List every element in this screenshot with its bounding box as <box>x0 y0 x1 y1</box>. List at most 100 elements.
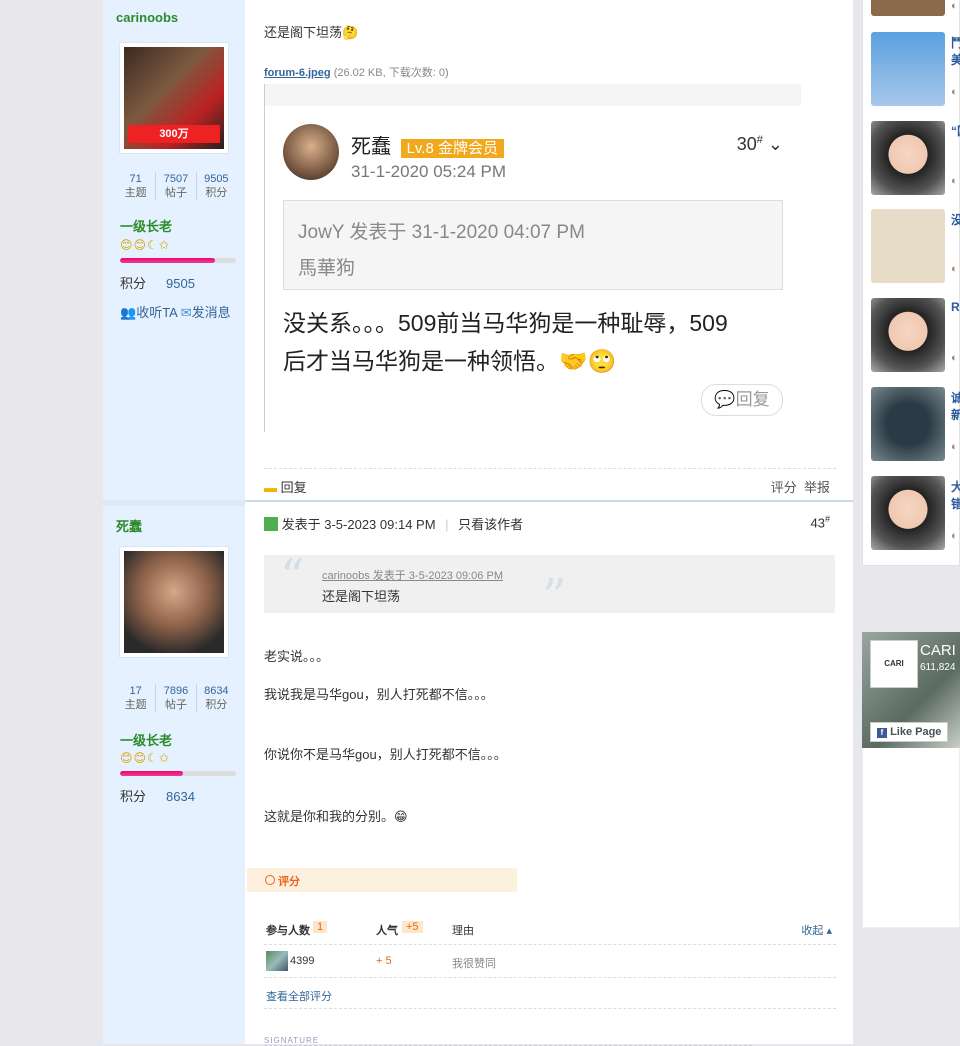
post2-line1: 老实说。。。 <box>264 649 330 664</box>
fb-page-name[interactable]: CARI <box>920 642 956 659</box>
post1-actions: 👥收听TA ✉发消息 <box>120 302 231 321</box>
post2-username[interactable]: 死蠢 <box>116 516 142 535</box>
message-link[interactable]: 发消息 <box>192 305 231 320</box>
post2-medals: 😊😊☾✩ <box>120 751 170 765</box>
post1-rank[interactable]: 一级长老 <box>120 216 172 235</box>
view-icon: ◐ <box>951 441 958 453</box>
embedded-datetime: 31-1-2020 05:24 PM <box>351 162 506 181</box>
sidebar-thumb[interactable] <box>871 32 945 106</box>
embedded-floor: 30# ⌄ <box>736 134 783 154</box>
stat-credits[interactable]: 8634 积分 <box>195 684 236 712</box>
sidebar-title[interactable]: 没 <box>951 211 960 228</box>
rate-link[interactable]: 评分 <box>771 480 797 495</box>
stat-threads[interactable]: 71 主题 <box>116 172 155 200</box>
close-quote-icon: ” <box>542 569 567 625</box>
post2-avatar[interactable] <box>119 546 229 658</box>
post2-progress-bar <box>120 771 236 776</box>
sidebar-thumb[interactable] <box>871 209 945 283</box>
view-all-row: 查看全部评分 <box>264 978 836 1009</box>
attachment-link[interactable]: forum-6.jpeg <box>264 67 331 79</box>
rating-table: 参与人数 1 人气 +5 理由 收起 ▴ 4399 + 5 我很赞同 查看全部评… <box>264 916 836 1009</box>
image-top-strip <box>265 84 801 106</box>
post2-stats: 17 主题 7896 帖子 8634 积分 <box>116 684 236 712</box>
attachment-meta: (26.02 KB, 下载次数: 0) <box>333 67 449 79</box>
facebook-page-widget[interactable]: CARI CARI 611,824 f Like Page <box>862 632 960 748</box>
chevron-down-icon: ⌄ <box>767 134 783 154</box>
follow-link[interactable]: 收听TA <box>136 305 177 320</box>
rater-name[interactable]: 4399 <box>290 955 314 967</box>
post1-text: 还是阁下坦荡 <box>264 25 343 40</box>
rater-reason: 我很赞同 <box>452 958 496 970</box>
comment-icon: 💬 <box>714 390 736 409</box>
fb-like-count: 611,824 <box>920 662 956 673</box>
attached-image[interactable]: 死蠢 Lv.8 金牌会员 31-1-2020 05:24 PM 30# ⌄ Jo… <box>264 84 801 432</box>
post2-header: 发表于 3-5-2023 09:14 PM | 只看该作者 43# <box>264 514 836 533</box>
embedded-name: 死蠢 Lv.8 金牌会员 <box>351 130 504 159</box>
stat-posts[interactable]: 7896 帖子 <box>155 684 195 712</box>
embedded-avatar <box>283 124 339 180</box>
sidebar-title[interactable]: “国 <box>951 122 960 139</box>
stat-credits[interactable]: 9505 积分 <box>195 172 236 200</box>
post1-author-panel: carinoobs 300万 71 主题 7507 帖子 9505 积分 一级长老 😊… <box>103 0 245 500</box>
message-icon: ✉ <box>180 305 192 320</box>
view-icon: ◐ <box>951 352 958 364</box>
view-icon: ◐ <box>951 175 958 187</box>
embedded-quote: JowY 发表于 31-1-2020 04:07 PM 馬華狗 <box>283 200 783 290</box>
post1-username[interactable]: carinoobs <box>116 10 178 25</box>
grin-icon: 😁 <box>394 809 408 824</box>
post2-line4-wrap: 这就是你和我的分别。😁 <box>264 806 836 825</box>
embedded-message: 没关系。。。509前当马华狗是一种耻辱，509 后才当马华狗是一种领悟。🤝🙄 <box>283 310 728 374</box>
progress-fill <box>120 771 183 776</box>
report-link[interactable]: 举报 <box>804 480 830 495</box>
post1-attachment: forum-6.jpeg (26.02 KB, 下载次数: 0) <box>264 64 836 80</box>
sidebar-thumb[interactable] <box>871 121 945 195</box>
post2-credit: 积分 8634 <box>120 789 195 804</box>
facebook-widget-body <box>862 748 960 928</box>
progress-fill <box>120 258 216 263</box>
post1-avatar[interactable]: 300万 <box>119 42 229 154</box>
stat-posts[interactable]: 7507 帖子 <box>155 172 195 200</box>
quote-text: 还是阁下坦荡 <box>322 589 401 604</box>
post1-stats: 71 主题 7507 帖子 9505 积分 <box>116 172 236 200</box>
post1-progress-bar <box>120 258 236 263</box>
post1-reply-button[interactable]: ▬ 回复 <box>264 477 307 496</box>
recommended-sidebar: 鬥美 “国 没 R 诚新 大错 ◐ ◐ ◐ ◐ ◐ ◐ ◐ <box>862 0 960 566</box>
embedded-quote-text: 馬華狗 <box>298 258 356 279</box>
post1-credit: 积分 9505 <box>120 276 195 291</box>
post2-floor[interactable]: 43# <box>811 514 830 530</box>
sidebar-thumb[interactable] <box>871 0 945 16</box>
quote-header-link[interactable]: carinoobs 发表于 3-5-2023 09:06 PM <box>322 567 503 583</box>
ribbon-notch <box>517 868 529 892</box>
fb-like-button[interactable]: f Like Page <box>870 722 949 742</box>
facebook-icon: f <box>877 728 887 738</box>
post2-line2: 我说我是马华gou，别人打死都不信。。。 <box>264 687 494 702</box>
sidebar-thumb[interactable] <box>871 298 945 372</box>
post2-line3: 你说你不是马华gou，别人打死都不信。。。 <box>264 747 507 762</box>
rater-score: + 5 <box>376 955 392 967</box>
rater-avatar[interactable] <box>266 951 288 971</box>
follow-icon: 👥 <box>120 305 137 320</box>
post-icon <box>264 517 278 531</box>
post2-rank[interactable]: 一级长老 <box>120 730 172 749</box>
rating-row: 4399 + 5 我很赞同 <box>264 945 836 978</box>
sidebar-title[interactable]: 大错 <box>951 478 960 512</box>
rate-circle-icon <box>265 875 275 885</box>
collapse-link[interactable]: 收起 ▴ <box>801 922 832 938</box>
post2-quote: “ carinoobs 发表于 3-5-2023 09:06 PM 还是阁下坦荡… <box>264 549 835 625</box>
stat-threads[interactable]: 17 主题 <box>116 684 155 712</box>
view-all-ratings-link[interactable]: 查看全部评分 <box>266 988 332 1004</box>
avatar-banner: 300万 <box>128 125 220 143</box>
sidebar-title[interactable]: 诚新 <box>951 389 960 423</box>
post1-medals: 😊😊☾✩ <box>120 238 170 252</box>
view-icon: ◐ <box>951 263 958 275</box>
sidebar-thumb[interactable] <box>871 476 945 550</box>
smile-icon: 🙄 <box>587 348 617 374</box>
embedded-reply-button: 💬回复 <box>701 384 783 416</box>
sidebar-title[interactable]: R <box>951 300 960 314</box>
sidebar-title[interactable]: 鬥美 <box>951 34 960 68</box>
post1-footer: ▬ 回复 评分 举报 <box>264 468 836 501</box>
emoji-icon: 🤔 <box>342 25 359 40</box>
sidebar-thumb[interactable] <box>871 387 945 461</box>
post1-body: 还是阁下坦荡🤔 <box>264 22 836 41</box>
author-only-link[interactable]: 只看该作者 <box>458 517 523 532</box>
